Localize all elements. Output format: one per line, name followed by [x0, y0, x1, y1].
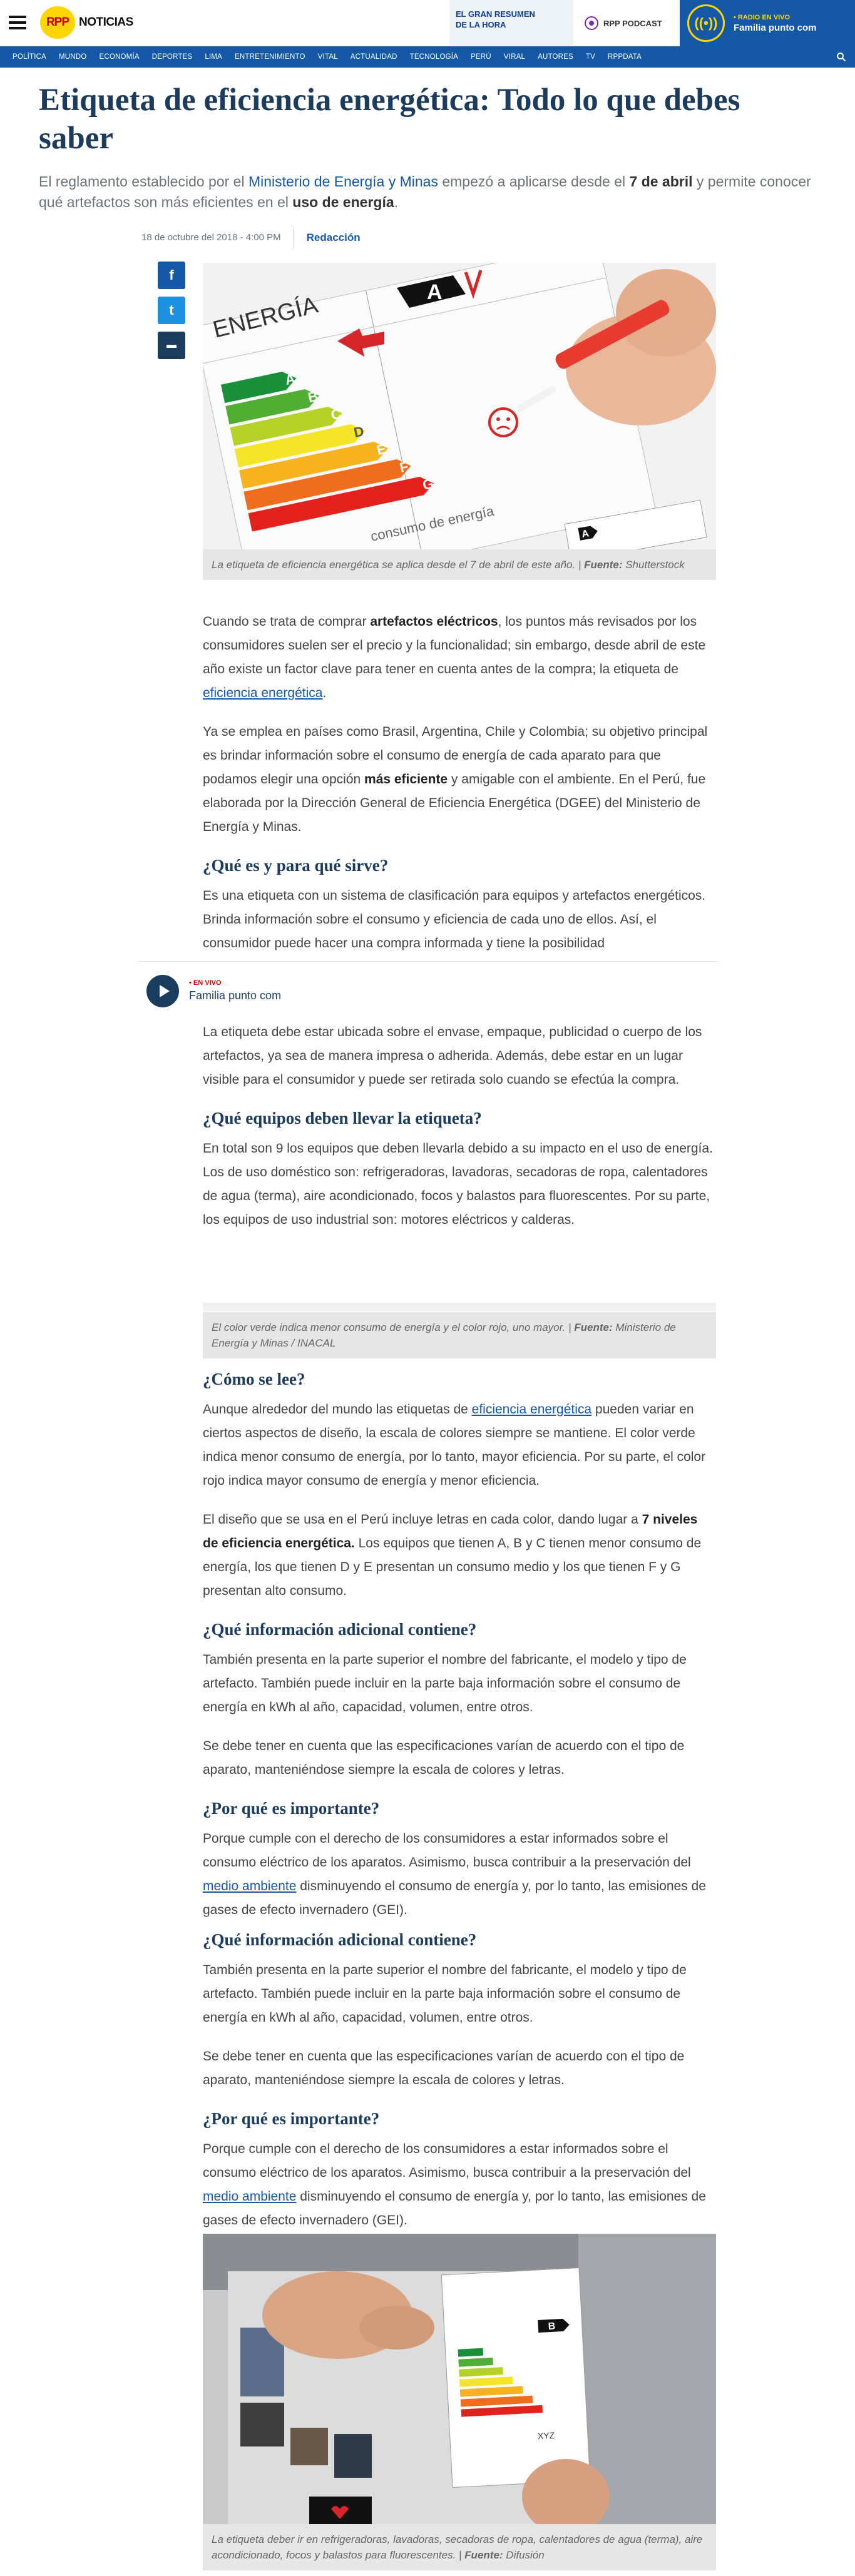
- nav-item-vital[interactable]: VITAL: [312, 53, 344, 61]
- logo-badge: RPP: [40, 6, 75, 39]
- promo-line-1: EL GRAN RESUMEN: [456, 9, 535, 19]
- paragraph-9-repeat: Se debe tener en cuenta que las especifi…: [203, 2049, 685, 2087]
- menu-icon[interactable]: [9, 16, 26, 29]
- play-button[interactable]: [146, 974, 179, 1007]
- player-program-title[interactable]: Familia punto com: [189, 989, 281, 1002]
- ministry-link[interactable]: Ministerio de Energía y Minas: [248, 173, 438, 190]
- paragraph-6: Aunque alrededor del mundo las etiquetas…: [203, 1402, 706, 1488]
- promo-line-2: DE LA HORA: [456, 20, 506, 29]
- summary-promo[interactable]: EL GRAN RESUMEN DE LA HORA: [449, 0, 573, 46]
- radio-live-program: Familia punto com: [734, 22, 817, 33]
- paragraph-3: Es una etiqueta con un sistema de clasif…: [203, 888, 706, 950]
- heading-equipos: ¿Qué equipos deben llevar la etiqueta?: [203, 1109, 482, 1128]
- paragraph-10: Porque cumple con el derecho de los cons…: [203, 1831, 706, 1917]
- social-share: f t ▬: [158, 262, 185, 359]
- site-header: RPP NOTICIAS EL GRAN RESUMEN DE LA HORA …: [0, 0, 855, 46]
- publish-date: 18 de octubre del 2018 - 4:00 PM: [141, 227, 294, 248]
- article-subtitle: El reglamento establecido por el Ministe…: [39, 173, 811, 210]
- article-body-part-3: ¿Cómo se lee? Aunque alrededor del mundo…: [203, 1368, 716, 2248]
- paragraph-7: El diseño que se usa en el Perú incluye …: [203, 1512, 702, 1598]
- svg-text:B: B: [548, 2321, 555, 2333]
- figure-energy-label: ENERGÍA A B C D E F G A A consumo de ene…: [203, 263, 716, 580]
- article-header: Etiqueta de eficiencia energética: Todo …: [39, 81, 815, 213]
- nav-item-actualidad[interactable]: ACTUALIDAD: [344, 53, 404, 61]
- figure-placeholder: [203, 1303, 716, 1311]
- nav-item-peru[interactable]: PERÚ: [464, 53, 498, 61]
- paragraph-8: También presenta en la parte superior el…: [203, 1652, 687, 1714]
- article-body-part-2: La etiqueta debe estar ubicada sobre el …: [203, 1021, 716, 1247]
- paragraph-2: Ya se emplea en países como Brasil, Arge…: [203, 725, 708, 834]
- paragraph-4: La etiqueta debe estar ubicada sobre el …: [203, 1025, 702, 1087]
- energy-label-illustration: ENERGÍA A B C D E F G A A consumo de ene…: [203, 263, 716, 549]
- figure-caption: La etiqueta deber ir en refrigeradoras, …: [203, 2524, 716, 2570]
- appliance-photo-illustration: B XYZ: [203, 2234, 716, 2524]
- appliance-label-photo: B XYZ: [203, 2234, 716, 2524]
- paragraph-9: Se debe tener en cuenta que las especifi…: [203, 1739, 685, 1777]
- paragraph-8-repeat: También presenta en la parte superior el…: [203, 1963, 687, 2025]
- paragraph-5: En total son 9 los equipos que deben lle…: [203, 1141, 713, 1227]
- energy-label-photo: ENERGÍA A B C D E F G A A consumo de ene…: [203, 263, 716, 549]
- heading-info: ¿Qué información adicional contiene?: [203, 1620, 477, 1639]
- nav-item-lima[interactable]: LIMA: [198, 53, 228, 61]
- eficiencia-energetica-link[interactable]: eficiencia energética: [472, 1402, 591, 1417]
- live-indicator: • EN VIVO: [189, 979, 222, 987]
- nav-item-autores[interactable]: AUTORES: [531, 53, 580, 61]
- comments-button[interactable]: ▬: [158, 332, 185, 359]
- article-body-part-1: Cuando se trata de comprar artefactos el…: [203, 610, 716, 967]
- heading-que-es: ¿Qué es y para qué sirve?: [203, 856, 389, 875]
- nav-item-viral[interactable]: VIRAL: [498, 53, 531, 61]
- heading-importante-repeat: ¿Por qué es importante?: [203, 2109, 380, 2128]
- podcast-icon: [585, 16, 598, 30]
- article-meta: 18 de octubre del 2018 - 4:00 PM Redacci…: [141, 225, 361, 250]
- nav-item-economia[interactable]: ECONOMÍA: [93, 53, 145, 61]
- paragraph-1: Cuando se trata de comprar artefactos el…: [203, 614, 706, 700]
- medio-ambiente-link[interactable]: medio ambiente: [203, 1879, 296, 1893]
- paragraph-10-repeat: Porque cumple con el derecho de los cons…: [203, 2142, 706, 2227]
- svg-text:A: A: [427, 280, 443, 304]
- radio-icon: ((•)): [687, 4, 725, 42]
- eficiencia-energetica-link[interactable]: eficiencia energética: [203, 686, 322, 700]
- site-logo[interactable]: RPP NOTICIAS: [40, 6, 133, 39]
- twitter-share-button[interactable]: t: [158, 297, 185, 324]
- nav-item-tecnologia[interactable]: TECNOLOGÍA: [404, 53, 464, 61]
- nav-item-rppdata[interactable]: RPPDATA: [602, 53, 648, 61]
- figure-caption: El color verde indica menor consumo de e…: [203, 1312, 716, 1358]
- podcast-label: RPP PODCAST: [603, 18, 662, 28]
- radio-live-label: • RADIO EN VIVO: [734, 13, 791, 21]
- heading-info-repeat: ¿Qué información adicional contiene?: [203, 1930, 477, 1949]
- radio-live-button[interactable]: ((•)) • RADIO EN VIVO Familia punto com: [680, 0, 855, 46]
- figure-caption: La etiqueta de eficiencia energética se …: [203, 549, 716, 580]
- facebook-share-button[interactable]: f: [158, 262, 185, 289]
- author-link[interactable]: Redacción: [294, 232, 361, 244]
- figure-appliance-label: B XYZ La etiqueta deber ir en refrigerad…: [203, 2234, 716, 2570]
- main-nav: POLÍTICA MUNDO ECONOMÍA DEPORTES LIMA EN…: [0, 46, 855, 68]
- heading-como: ¿Cómo se lee?: [203, 1370, 305, 1388]
- heading-importante: ¿Por qué es importante?: [203, 1799, 380, 1818]
- live-radio-player: • EN VIVO Familia punto com: [138, 961, 717, 1020]
- nav-item-deportes[interactable]: DEPORTES: [146, 53, 199, 61]
- nav-item-politica[interactable]: POLÍTICA: [6, 53, 53, 61]
- medio-ambiente-link[interactable]: medio ambiente: [203, 2189, 296, 2204]
- nav-item-entretenimiento[interactable]: ENTRETENIMIENTO: [228, 53, 312, 61]
- svg-text:XYZ: XYZ: [538, 2430, 555, 2441]
- article-headline: Etiqueta de eficiencia energética: Todo …: [39, 83, 740, 156]
- search-icon[interactable]: [836, 52, 846, 62]
- nav-item-tv[interactable]: TV: [580, 53, 602, 61]
- figure-color-scale: El color verde indica menor consumo de e…: [203, 1312, 716, 1358]
- podcast-link[interactable]: RPP PODCAST: [576, 0, 676, 46]
- nav-item-mundo[interactable]: MUNDO: [53, 53, 93, 61]
- logo-text: NOTICIAS: [79, 16, 133, 29]
